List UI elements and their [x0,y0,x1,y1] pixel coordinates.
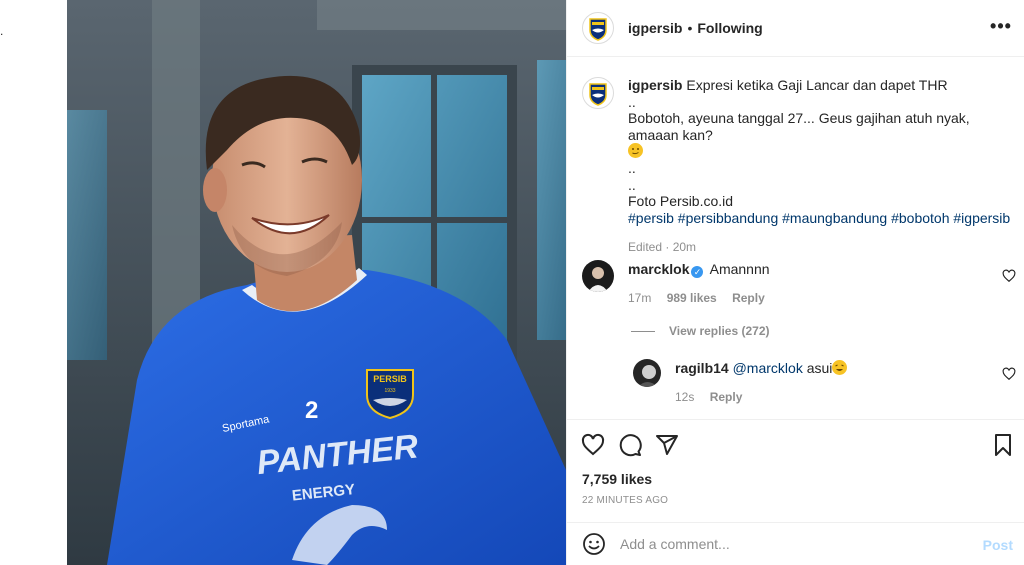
reply-reply-button[interactable]: Reply [710,390,743,404]
caption-line-4: .. [628,160,636,176]
heart-icon[interactable] [581,433,605,457]
reply-time: 12s [675,390,695,404]
caption-line-5: .. [628,176,636,193]
caption-meta: Edited · 20m [628,240,697,254]
post-actions: 7,759 likes 22 minutes ago [567,419,1024,529]
post-photo[interactable]: PERSIB 1933 2 Sportama PANTHER ENERGY [67,0,566,565]
share-icon[interactable] [655,433,679,457]
author-username[interactable]: igpersib [628,20,682,36]
caption-avatar[interactable] [582,77,614,109]
jersey-year: 1933 [384,388,395,394]
post-timestamp: 22 minutes ago [582,495,669,506]
caption-text: Expresi ketika Gaji Lancar dan dapet THR [686,77,948,93]
comments-list[interactable]: igpersib Expresi ketika Gaji Lancar dan … [567,57,1024,419]
smirk-emoji-icon [628,143,643,158]
reply-text: asui [806,360,833,376]
club-badge: PERSIB 1933 [366,369,414,420]
comment-text: Amannnn [709,261,770,277]
jersey-number: 2 [305,397,318,424]
comment-reply-button[interactable]: Reply [732,291,765,305]
post-details-panel: igpersib • Following ••• igpersib Expres… [566,0,1024,565]
commenter-avatar[interactable] [582,260,614,292]
emoji-icon[interactable] [582,532,606,556]
reply-mention[interactable]: @marcklok [733,360,803,376]
follow-status-button[interactable]: Following [697,20,762,36]
commenter-username[interactable]: marcklok [628,261,689,277]
post-caption: igpersib Expresi ketika Gaji Lancar dan … [582,77,1012,256]
bookmark-icon[interactable] [991,433,1015,457]
reply-like-heart-icon[interactable] [1002,367,1016,381]
view-replies-label: View replies (272) [669,324,770,338]
comment-icon[interactable] [618,433,642,457]
stray-mark: . [0,24,4,38]
comment-input[interactable] [620,536,960,552]
view-replies-button[interactable]: View replies (272) [631,324,770,338]
caption-username[interactable]: igpersib [628,77,682,93]
post-header: igpersib • Following ••• [567,0,1024,57]
jersey-brand: PERSIB [373,374,407,384]
verified-icon: ✓ [691,266,704,278]
post-comment-button[interactable]: Post [983,537,1013,553]
caption-line-6: Foto Persib.co.id [628,193,734,209]
separator-dot: • [687,20,693,36]
more-icon[interactable]: ••• [990,16,1011,36]
comment-item: marcklok ✓ Amannnn 17m 989 likes Reply [582,260,1012,307]
player-photo-illustration: PERSIB 1933 2 Sportama PANTHER ENERGY [67,0,566,565]
reply-username[interactable]: ragilb14 [675,360,729,376]
post-likes-count[interactable]: 7,759 likes [582,471,652,487]
comment-likes[interactable]: 989 likes [667,291,717,305]
caption-hashtags[interactable]: #persib #persibbandung #maungbandung #bo… [628,210,1012,227]
replies-divider [631,330,655,332]
reply-item: ragilb14 @marcklok asui 12s Reply [633,359,1013,406]
reply-avatar[interactable] [633,359,661,387]
comment-time: 17m [628,291,652,305]
author-avatar[interactable] [582,12,614,44]
comment-like-heart-icon[interactable] [1002,269,1016,283]
caption-line-2: .. [628,93,636,110]
add-comment-bar: Post [567,522,1024,565]
caption-line-3: Bobotoh, ayeuna tanggal 27... Geus gajih… [628,110,970,143]
laughing-emoji-icon [832,360,848,375]
